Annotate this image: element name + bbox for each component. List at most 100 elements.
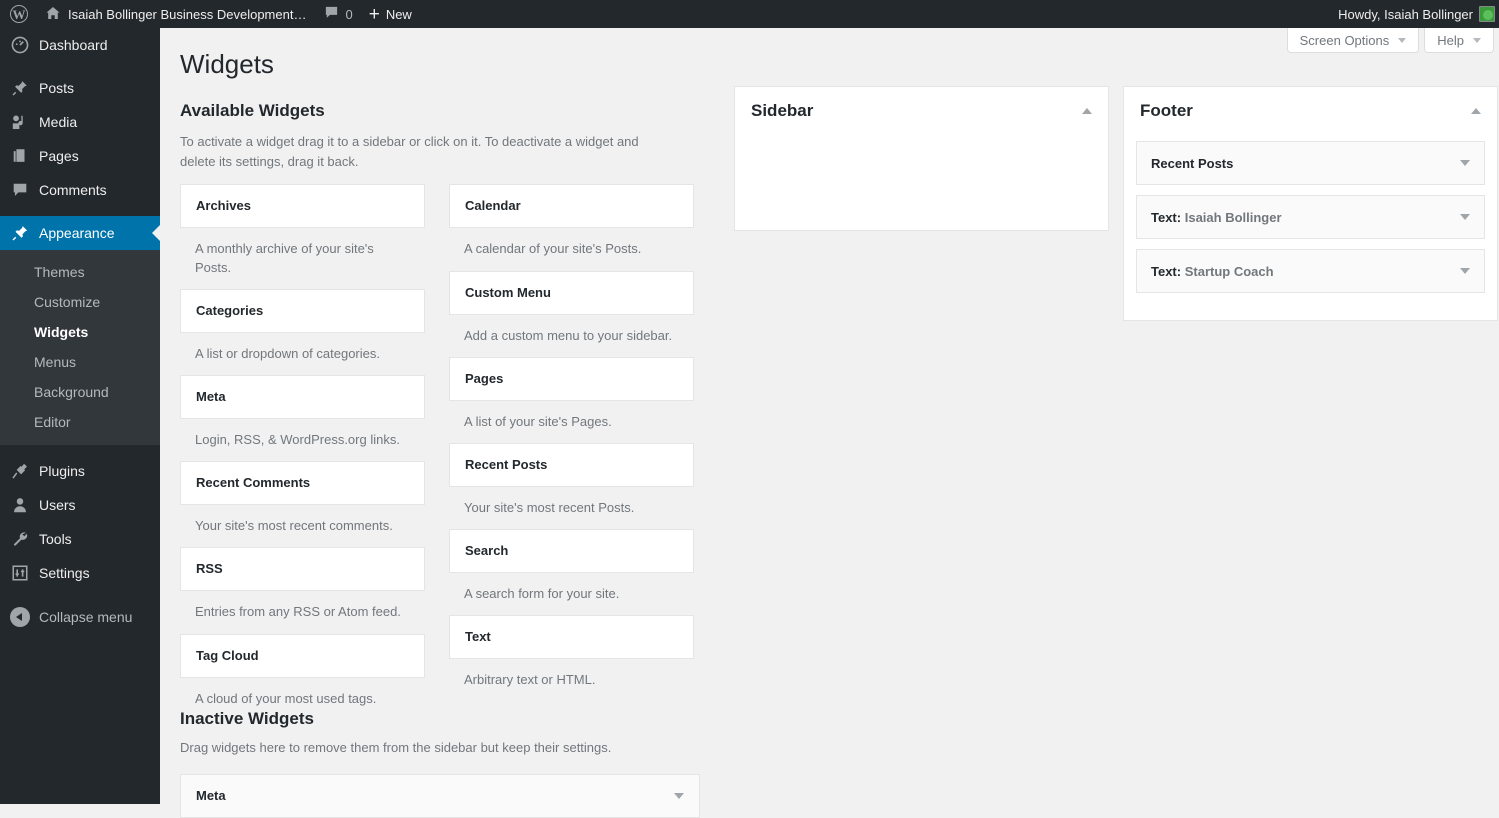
widget-card-meta[interactable]: Meta: [180, 374, 425, 419]
widget-card-recent-comments[interactable]: Recent Comments: [180, 461, 425, 506]
sidebar-item-plugins[interactable]: Plugins: [0, 454, 160, 488]
comment-icon: [10, 181, 30, 199]
sidebar-subitem-editor[interactable]: Editor: [0, 407, 160, 437]
available-widgets-column-right: Calendar A calendar of your site's Posts…: [449, 184, 694, 719]
widget-area-header[interactable]: Footer: [1124, 87, 1497, 131]
widget-card-calendar[interactable]: Calendar: [449, 184, 694, 229]
chevron-down-icon[interactable]: [1460, 160, 1470, 167]
widget-card-text[interactable]: Text: [449, 615, 694, 660]
comments-bubble[interactable]: 0: [314, 0, 360, 28]
widget-type: Recent Posts: [1151, 155, 1234, 171]
sidebar-item-tools[interactable]: Tools: [0, 522, 160, 556]
widget-entry: Categories A list or dropdown of categor…: [180, 288, 425, 375]
sidebar-item-dashboard[interactable]: Dashboard: [0, 28, 160, 62]
sidebar-item-appearance[interactable]: Appearance: [0, 216, 160, 250]
site-name-menu[interactable]: Isaiah Bollinger Business Development…: [37, 0, 314, 28]
widget-label: Text: Isaiah Bollinger: [1151, 210, 1282, 225]
sidebar-item-media[interactable]: Media: [0, 105, 160, 139]
sidebar-item-label: Pages: [39, 148, 79, 164]
menu-separator: [0, 62, 160, 71]
widget-name: Archives: [196, 198, 251, 214]
widget-card-recent-posts[interactable]: Recent Posts: [449, 442, 694, 487]
widget-card-rss[interactable]: RSS: [180, 547, 425, 592]
widget-area-header[interactable]: Sidebar: [735, 87, 1108, 131]
sidebar-item-posts[interactable]: Posts: [0, 71, 160, 105]
widget-entry: Recent Posts Your site's most recent Pos…: [449, 442, 694, 529]
help-label: Help: [1437, 32, 1464, 48]
widget-area-dropzone[interactable]: [735, 131, 1108, 145]
widget-card-archives[interactable]: Archives: [180, 184, 425, 229]
wordpress-logo-menu[interactable]: W: [0, 0, 37, 28]
widget-description: Your site's most recent Posts.: [464, 499, 635, 515]
widget-entry: Tag Cloud A cloud of your most used tags…: [180, 633, 425, 720]
assigned-widget-text-startup-coach[interactable]: Text: Startup Coach: [1136, 249, 1485, 294]
chevron-down-icon[interactable]: [1460, 214, 1470, 221]
assigned-widget-text-isaiah-bollinger[interactable]: Text: Isaiah Bollinger: [1136, 195, 1485, 240]
site-name-label: Isaiah Bollinger Business Development…: [68, 6, 307, 22]
screen-meta-links: Screen Options Help: [1286, 28, 1499, 53]
widget-instance-title: Isaiah Bollinger: [1184, 209, 1282, 225]
widget-card-categories[interactable]: Categories: [180, 288, 425, 333]
my-account-menu[interactable]: Howdy, Isaiah Bollinger: [1330, 0, 1499, 28]
new-content-menu[interactable]: + New: [361, 0, 420, 28]
appearance-submenu: Themes Customize Widgets Menus Backgroun…: [0, 250, 160, 445]
screen-options-label: Screen Options: [1299, 32, 1390, 48]
sidebar-subitem-widgets[interactable]: Widgets: [0, 317, 160, 347]
sidebar-subitem-background[interactable]: Background: [0, 377, 160, 407]
widget-name: Text: [465, 629, 491, 645]
available-widgets-description: To activate a widget drag it to a sideba…: [180, 134, 639, 170]
widget-card-custom-menu[interactable]: Custom Menu: [449, 270, 694, 315]
widget-description: A calendar of your site's Posts.: [464, 241, 642, 257]
widget-name: Calendar: [465, 198, 521, 214]
inactive-widgets-description: Drag widgets here to remove them from th…: [180, 740, 612, 756]
widget-area-footer: Footer Recent Posts Text: Isaiah Bolling…: [1123, 86, 1498, 321]
sidebar-item-label: Posts: [39, 80, 75, 96]
sidebar-subitem-menus[interactable]: Menus: [0, 347, 160, 377]
sidebar-item-label: Settings: [39, 565, 90, 581]
inactive-widget-meta[interactable]: Meta: [180, 773, 700, 818]
help-button[interactable]: Help: [1424, 28, 1494, 53]
widget-entry: Custom Menu Add a custom menu to your si…: [449, 270, 694, 357]
sidebar-item-settings[interactable]: Settings: [0, 556, 160, 590]
sidebar-item-label: Appearance: [39, 225, 115, 241]
screen-options-button[interactable]: Screen Options: [1286, 28, 1420, 53]
collapse-menu-button[interactable]: Collapse menu: [0, 600, 160, 634]
sidebar-item-label: Tools: [39, 531, 72, 547]
widget-card-search[interactable]: Search: [449, 529, 694, 574]
page-body: Screen Options Help Widgets Available Wi…: [160, 28, 1499, 818]
widget-name: Meta: [196, 388, 226, 404]
chevron-down-icon[interactable]: [1460, 268, 1470, 275]
widget-description: Add a custom menu to your sidebar.: [464, 327, 673, 343]
widget-card-tag-cloud[interactable]: Tag Cloud: [180, 633, 425, 678]
collapse-arrow-icon: [10, 607, 30, 627]
widget-entry: Calendar A calendar of your site's Posts…: [449, 184, 694, 270]
assigned-widget-recent-posts[interactable]: Recent Posts: [1136, 141, 1485, 186]
admin-bar-right: Howdy, Isaiah Bollinger: [1330, 0, 1499, 28]
widget-label: Text: Startup Coach: [1151, 264, 1274, 279]
comment-count: 0: [345, 6, 353, 22]
comment-icon: [324, 5, 339, 23]
widget-area-sidebar: Sidebar: [734, 86, 1109, 231]
chevron-up-icon[interactable]: [1471, 108, 1481, 115]
chevron-up-icon[interactable]: [1082, 108, 1092, 115]
sidebar-subitem-themes[interactable]: Themes: [0, 257, 160, 287]
sidebar-item-pages[interactable]: Pages: [0, 139, 160, 173]
chevron-down-icon[interactable]: [674, 792, 684, 799]
avatar: [1479, 6, 1495, 22]
chevron-down-icon: [1473, 37, 1481, 43]
sidebar-item-comments[interactable]: Comments: [0, 173, 160, 207]
sidebar-item-label: Plugins: [39, 463, 85, 479]
sidebar-item-label: Comments: [39, 182, 107, 198]
sidebar-subitem-customize[interactable]: Customize: [0, 287, 160, 317]
inactive-widgets-section: Inactive Widgets Drag widgets here to re…: [180, 708, 700, 818]
user-icon: [10, 496, 30, 514]
plug-icon: [10, 462, 30, 480]
menu-separator: [0, 445, 160, 454]
collapse-menu-label: Collapse menu: [39, 609, 133, 625]
widget-area-dropzone[interactable]: Recent Posts Text: Isaiah Bollinger Text…: [1124, 131, 1497, 307]
pages-icon: [10, 147, 30, 165]
widget-name: Search: [465, 543, 509, 559]
sidebar-item-users[interactable]: Users: [0, 488, 160, 522]
widget-card-pages[interactable]: Pages: [449, 356, 694, 401]
widget-description: Login, RSS, & WordPress.org links.: [195, 431, 400, 447]
